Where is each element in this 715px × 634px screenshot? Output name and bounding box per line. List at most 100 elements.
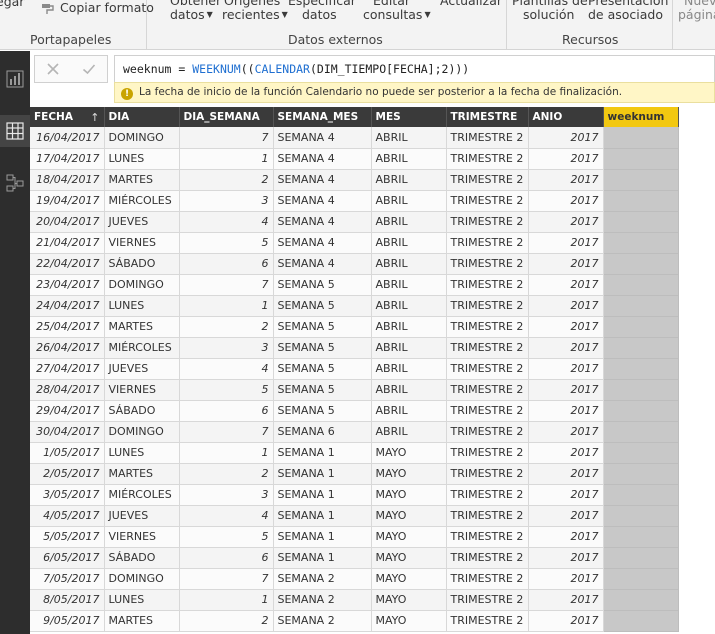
table-cell[interactable]: 2017 <box>528 211 604 233</box>
table-cell[interactable]: SEMANA 5 <box>273 274 372 296</box>
table-cell[interactable]: 26/04/2017 <box>30 337 105 359</box>
table-cell[interactable]: 25/04/2017 <box>30 316 105 338</box>
table-cell[interactable]: TRIMESTRE 2 <box>446 484 529 506</box>
table-cell[interactable]: SEMANA 4 <box>273 253 372 275</box>
table-cell[interactable]: MAYO <box>371 526 447 548</box>
table-cell[interactable]: 7 <box>179 274 274 296</box>
table-cell[interactable]: 27/04/2017 <box>30 358 105 380</box>
table-cell[interactable]: TRIMESTRE 2 <box>446 589 529 611</box>
table-cell[interactable]: VIERNES <box>104 526 180 548</box>
weeknum-cell[interactable] <box>603 358 679 380</box>
column-header-anio[interactable]: ANIO <box>528 107 604 127</box>
table-cell[interactable]: MIÉRCOLES <box>104 337 180 359</box>
table-cell[interactable]: 2017 <box>528 316 604 338</box>
table-cell[interactable]: TRIMESTRE 2 <box>446 127 529 149</box>
table-cell[interactable]: 4 <box>179 211 274 233</box>
table-cell[interactable]: SÁBADO <box>104 400 180 422</box>
table-cell[interactable]: 2 <box>179 169 274 191</box>
formula-input[interactable]: weeknum = WEEKNUM((CALENDAR(DIM_TIEMPO[F… <box>114 55 715 83</box>
table-cell[interactable]: ABRIL <box>371 127 447 149</box>
table-cell[interactable]: SEMANA 1 <box>273 442 372 464</box>
table-cell[interactable]: TRIMESTRE 2 <box>446 547 529 569</box>
column-header-dia-semana[interactable]: DIA_SEMANA <box>179 107 274 127</box>
table-cell[interactable]: ABRIL <box>371 358 447 380</box>
table-cell[interactable]: 22/04/2017 <box>30 253 105 275</box>
table-cell[interactable]: MARTES <box>104 463 180 485</box>
table-cell[interactable]: SEMANA 5 <box>273 295 372 317</box>
column-header-semana-mes[interactable]: SEMANA_MES <box>273 107 372 127</box>
table-cell[interactable]: MIÉRCOLES <box>104 190 180 212</box>
weeknum-cell[interactable] <box>603 610 679 632</box>
table-cell[interactable]: TRIMESTRE 2 <box>446 232 529 254</box>
table-cell[interactable]: DOMINGO <box>104 421 180 443</box>
table-cell[interactable]: 2017 <box>528 526 604 548</box>
paste-button[interactable]: egar <box>0 0 24 10</box>
table-cell[interactable]: 3 <box>179 190 274 212</box>
table-cell[interactable]: SEMANA 1 <box>273 526 372 548</box>
table-cell[interactable]: 17/04/2017 <box>30 148 105 170</box>
table-cell[interactable]: 9/05/2017 <box>30 610 105 632</box>
table-cell[interactable]: 4/05/2017 <box>30 505 105 527</box>
table-cell[interactable]: SEMANA 4 <box>273 169 372 191</box>
weeknum-cell[interactable] <box>603 442 679 464</box>
weeknum-cell[interactable] <box>603 400 679 422</box>
table-cell[interactable]: TRIMESTRE 2 <box>446 148 529 170</box>
table-cell[interactable]: 2017 <box>528 337 604 359</box>
table-cell[interactable]: 2017 <box>528 190 604 212</box>
table-cell[interactable]: SEMANA 1 <box>273 463 372 485</box>
table-cell[interactable]: MAYO <box>371 505 447 527</box>
data-view-button[interactable] <box>0 115 30 147</box>
table-cell[interactable]: TRIMESTRE 2 <box>446 169 529 191</box>
table-cell[interactable]: TRIMESTRE 2 <box>446 526 529 548</box>
table-cell[interactable]: 2017 <box>528 463 604 485</box>
weeknum-cell[interactable] <box>603 337 679 359</box>
table-cell[interactable]: 2017 <box>528 589 604 611</box>
relationships-view-button[interactable] <box>0 167 30 199</box>
table-cell[interactable]: ABRIL <box>371 190 447 212</box>
table-cell[interactable]: 2017 <box>528 610 604 632</box>
table-cell[interactable]: 2 <box>179 463 274 485</box>
column-header-mes[interactable]: MES <box>371 107 447 127</box>
table-cell[interactable]: 2017 <box>528 379 604 401</box>
table-cell[interactable]: MAYO <box>371 568 447 590</box>
table-cell[interactable]: SÁBADO <box>104 253 180 275</box>
table-cell[interactable]: 6/05/2017 <box>30 547 105 569</box>
table-cell[interactable]: LUNES <box>104 589 180 611</box>
table-cell[interactable]: TRIMESTRE 2 <box>446 253 529 275</box>
table-cell[interactable]: SEMANA 5 <box>273 337 372 359</box>
table-cell[interactable]: 2/05/2017 <box>30 463 105 485</box>
table-cell[interactable]: 5 <box>179 379 274 401</box>
table-cell[interactable]: 3 <box>179 484 274 506</box>
table-cell[interactable]: SEMANA 4 <box>273 148 372 170</box>
cancel-formula-button[interactable] <box>35 56 71 82</box>
table-cell[interactable]: 7 <box>179 568 274 590</box>
table-cell[interactable]: 21/04/2017 <box>30 232 105 254</box>
table-cell[interactable]: SEMANA 1 <box>273 484 372 506</box>
weeknum-cell[interactable] <box>603 547 679 569</box>
weeknum-cell[interactable] <box>603 211 679 233</box>
table-cell[interactable]: SEMANA 5 <box>273 379 372 401</box>
table-cell[interactable]: SEMANA 2 <box>273 589 372 611</box>
table-cell[interactable]: MAYO <box>371 484 447 506</box>
table-cell[interactable]: 2017 <box>528 148 604 170</box>
table-cell[interactable]: JUEVES <box>104 505 180 527</box>
table-cell[interactable]: 1 <box>179 442 274 464</box>
weeknum-cell[interactable] <box>603 316 679 338</box>
table-cell[interactable]: TRIMESTRE 2 <box>446 337 529 359</box>
copy-format-button[interactable]: Copiar formato <box>60 0 154 16</box>
table-cell[interactable]: 28/04/2017 <box>30 379 105 401</box>
weeknum-cell[interactable] <box>603 127 679 149</box>
column-header-weeknum[interactable]: weeknum <box>603 107 679 127</box>
table-cell[interactable]: 2017 <box>528 568 604 590</box>
table-cell[interactable]: DOMINGO <box>104 274 180 296</box>
table-cell[interactable]: 29/04/2017 <box>30 400 105 422</box>
table-cell[interactable]: 7/05/2017 <box>30 568 105 590</box>
table-cell[interactable]: 2017 <box>528 505 604 527</box>
table-cell[interactable]: 1 <box>179 148 274 170</box>
table-cell[interactable]: MAYO <box>371 589 447 611</box>
table-cell[interactable]: TRIMESTRE 2 <box>446 274 529 296</box>
table-cell[interactable]: ABRIL <box>371 379 447 401</box>
table-cell[interactable]: SÁBADO <box>104 547 180 569</box>
table-cell[interactable]: ABRIL <box>371 169 447 191</box>
table-cell[interactable]: 1/05/2017 <box>30 442 105 464</box>
